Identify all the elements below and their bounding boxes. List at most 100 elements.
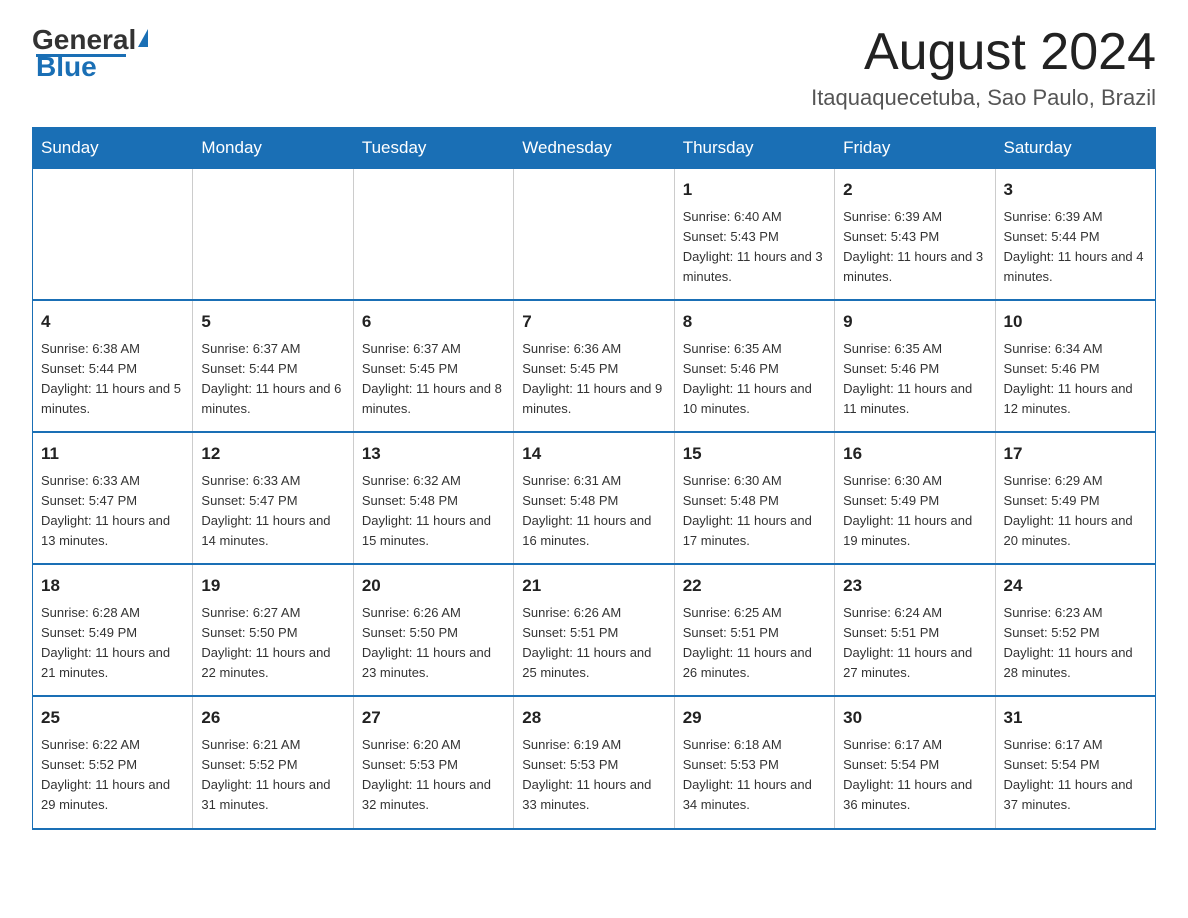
day-info: Sunrise: 6:27 AM Sunset: 5:50 PM Dayligh… [201,603,344,684]
day-cell: 11Sunrise: 6:33 AM Sunset: 5:47 PM Dayli… [33,432,193,564]
header-day-wednesday: Wednesday [514,128,674,169]
day-info: Sunrise: 6:18 AM Sunset: 5:53 PM Dayligh… [683,735,826,816]
day-info: Sunrise: 6:19 AM Sunset: 5:53 PM Dayligh… [522,735,665,816]
day-info: Sunrise: 6:32 AM Sunset: 5:48 PM Dayligh… [362,471,505,552]
day-cell: 28 Sunrise: 6:19 AM Sunset: 5:53 PM Dayli… [514,696,674,828]
header-day-friday: Friday [835,128,995,169]
day-info: Sunrise: 6:26 AM Sunset: 5:51 PM Dayligh… [522,603,665,684]
day-number: 12 [201,441,344,467]
day-number: 2 [843,177,986,203]
day-number: 13 [362,441,505,467]
day-number: 19 [201,573,344,599]
week-row-3: 11 Sunrise: 6:33 AM Sunset: 5:47 PM Dayli… [33,432,1156,564]
day-info: Sunrise: 6:24 AM Sunset: 5:51 PM Dayligh… [843,603,986,684]
week-row-1: 1Sunrise: 6:40 AM Sunset: 5:43 PM Daylig… [33,169,1156,301]
day-number: 26 [201,705,344,731]
day-cell: 25Sunrise: 6:22 AM Sunset: 5:52 PM Dayli… [33,696,193,828]
day-info: Sunrise: 6:30 AM Sunset: 5:48 PM Dayligh… [683,471,826,552]
day-cell: 22 Sunrise: 6:25 AM Sunset: 5:51 PM Dayli… [674,564,834,696]
day-cell: 2 Sunrise: 6:39 AM Sunset: 5:43 PM Daylig… [835,169,995,301]
day-info: Sunrise: 6:20 AM Sunset: 5:53 PM Dayligh… [362,735,505,816]
day-info: Sunrise: 6:25 AM Sunset: 5:51 PM Dayligh… [683,603,826,684]
week-row-5: 25Sunrise: 6:22 AM Sunset: 5:52 PM Dayli… [33,696,1156,828]
header-day-thursday: Thursday [674,128,834,169]
day-cell: 6 Sunrise: 6:37 AM Sunset: 5:45 PM Daylig… [353,300,513,432]
day-cell: 5 Sunrise: 6:37 AM Sunset: 5:44 PM Daylig… [193,300,353,432]
day-info: Sunrise: 6:21 AM Sunset: 5:52 PM Dayligh… [201,735,344,816]
day-cell: 20 Sunrise: 6:26 AM Sunset: 5:50 PM Dayli… [353,564,513,696]
calendar-header: SundayMondayTuesdayWednesdayThursdayFrid… [33,128,1156,169]
week-row-4: 18 Sunrise: 6:28 AM Sunset: 5:49 PM Dayli… [33,564,1156,696]
day-number: 28 [522,705,665,731]
day-info: Sunrise: 6:31 AM Sunset: 5:48 PM Dayligh… [522,471,665,552]
logo-triangle-icon [138,29,148,47]
day-number: 9 [843,309,986,335]
day-cell: 27Sunrise: 6:20 AM Sunset: 5:53 PM Dayli… [353,696,513,828]
day-number: 17 [1004,441,1147,467]
day-info: Sunrise: 6:40 AM Sunset: 5:43 PM Dayligh… [683,207,826,288]
day-info: Sunrise: 6:17 AM Sunset: 5:54 PM Dayligh… [1004,735,1147,816]
header-day-sunday: Sunday [33,128,193,169]
day-cell: 23Sunrise: 6:24 AM Sunset: 5:51 PM Dayli… [835,564,995,696]
day-cell [193,169,353,301]
header: General Blue August 2024 Itaquaquecetuba… [32,24,1156,111]
header-day-saturday: Saturday [995,128,1155,169]
day-number: 30 [843,705,986,731]
title-area: August 2024 Itaquaquecetuba, Sao Paulo, … [811,24,1156,111]
day-cell: 12 Sunrise: 6:33 AM Sunset: 5:47 PM Dayli… [193,432,353,564]
day-cell: 17Sunrise: 6:29 AM Sunset: 5:49 PM Dayli… [995,432,1155,564]
day-cell: 14 Sunrise: 6:31 AM Sunset: 5:48 PM Dayli… [514,432,674,564]
day-info: Sunrise: 6:39 AM Sunset: 5:44 PM Dayligh… [1004,207,1147,288]
day-number: 5 [201,309,344,335]
day-cell: 1Sunrise: 6:40 AM Sunset: 5:43 PM Daylig… [674,169,834,301]
day-number: 18 [41,573,184,599]
day-cell: 4Sunrise: 6:38 AM Sunset: 5:44 PM Daylig… [33,300,193,432]
day-info: Sunrise: 6:35 AM Sunset: 5:46 PM Dayligh… [683,339,826,420]
day-info: Sunrise: 6:28 AM Sunset: 5:49 PM Dayligh… [41,603,184,684]
day-number: 10 [1004,309,1147,335]
logo-blue-text: Blue [36,51,97,83]
day-cell: 7Sunrise: 6:36 AM Sunset: 5:45 PM Daylig… [514,300,674,432]
day-cell: 9Sunrise: 6:35 AM Sunset: 5:46 PM Daylig… [835,300,995,432]
day-cell [514,169,674,301]
logo: General Blue [32,24,148,83]
day-info: Sunrise: 6:33 AM Sunset: 5:47 PM Dayligh… [201,471,344,552]
day-number: 11 [41,441,184,467]
day-cell: 8 Sunrise: 6:35 AM Sunset: 5:46 PM Daylig… [674,300,834,432]
day-number: 20 [362,573,505,599]
day-number: 6 [362,309,505,335]
day-cell [353,169,513,301]
month-title: August 2024 [811,24,1156,81]
day-number: 29 [683,705,826,731]
day-info: Sunrise: 6:39 AM Sunset: 5:43 PM Dayligh… [843,207,986,288]
day-cell: 26 Sunrise: 6:21 AM Sunset: 5:52 PM Dayli… [193,696,353,828]
day-cell: 3 Sunrise: 6:39 AM Sunset: 5:44 PM Daylig… [995,169,1155,301]
day-number: 4 [41,309,184,335]
day-number: 21 [522,573,665,599]
week-row-2: 4Sunrise: 6:38 AM Sunset: 5:44 PM Daylig… [33,300,1156,432]
day-number: 3 [1004,177,1147,203]
day-cell: 10Sunrise: 6:34 AM Sunset: 5:46 PM Dayli… [995,300,1155,432]
day-number: 8 [683,309,826,335]
header-day-monday: Monday [193,128,353,169]
day-number: 14 [522,441,665,467]
day-number: 16 [843,441,986,467]
day-number: 24 [1004,573,1147,599]
day-cell: 13 Sunrise: 6:32 AM Sunset: 5:48 PM Dayli… [353,432,513,564]
header-row: SundayMondayTuesdayWednesdayThursdayFrid… [33,128,1156,169]
day-cell: 16 Sunrise: 6:30 AM Sunset: 5:49 PM Dayli… [835,432,995,564]
day-info: Sunrise: 6:17 AM Sunset: 5:54 PM Dayligh… [843,735,986,816]
day-cell: 18 Sunrise: 6:28 AM Sunset: 5:49 PM Dayli… [33,564,193,696]
day-info: Sunrise: 6:37 AM Sunset: 5:45 PM Dayligh… [362,339,505,420]
day-info: Sunrise: 6:26 AM Sunset: 5:50 PM Dayligh… [362,603,505,684]
day-cell: 24Sunrise: 6:23 AM Sunset: 5:52 PM Dayli… [995,564,1155,696]
day-cell: 21 Sunrise: 6:26 AM Sunset: 5:51 PM Dayli… [514,564,674,696]
day-cell: 29 Sunrise: 6:18 AM Sunset: 5:53 PM Dayli… [674,696,834,828]
day-info: Sunrise: 6:30 AM Sunset: 5:49 PM Dayligh… [843,471,986,552]
day-cell: 30 Sunrise: 6:17 AM Sunset: 5:54 PM Dayli… [835,696,995,828]
day-number: 22 [683,573,826,599]
day-cell: 19 Sunrise: 6:27 AM Sunset: 5:50 PM Dayli… [193,564,353,696]
calendar-body: 1Sunrise: 6:40 AM Sunset: 5:43 PM Daylig… [33,169,1156,829]
day-info: Sunrise: 6:37 AM Sunset: 5:44 PM Dayligh… [201,339,344,420]
day-info: Sunrise: 6:22 AM Sunset: 5:52 PM Dayligh… [41,735,184,816]
